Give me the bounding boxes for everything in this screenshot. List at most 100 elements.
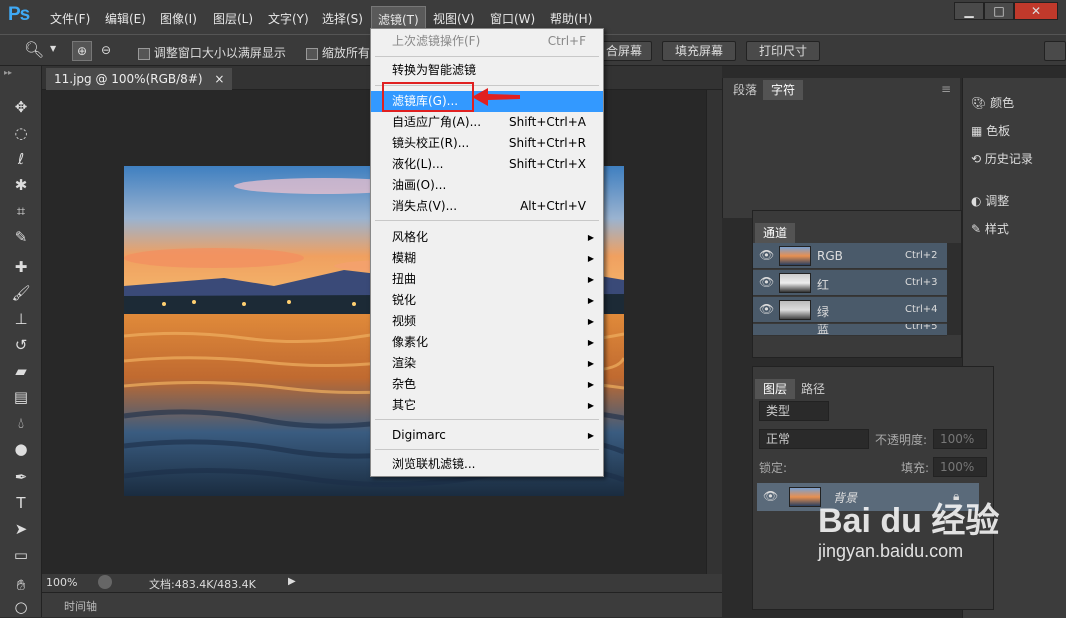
dodge-tool-icon[interactable]: ● [10, 438, 32, 460]
menu-window[interactable]: 窗口(W) [490, 10, 535, 27]
zoom-out-icon[interactable]: ⊖ [96, 41, 116, 61]
photoshop-logo: Ps [8, 4, 30, 25]
panel-menu-icon[interactable]: ≡ [941, 82, 951, 96]
menu-item-stylize[interactable]: 风格化 ▶ [371, 227, 603, 248]
document-info: 文档:483.4K/483.4K [149, 578, 256, 591]
menu-item-lens-correction[interactable]: 镜头校正(R)... Shift+Ctrl+R [371, 133, 603, 154]
tab-channels[interactable]: 通道 [755, 223, 796, 243]
timeline-label[interactable]: 时间轴 [64, 598, 97, 614]
channel-row[interactable]: 蓝 Ctrl+5 [753, 324, 947, 336]
path-selection-tool-icon[interactable]: ➤ [10, 518, 32, 540]
menu-item-digimarc[interactable]: Digimarc ▶ [371, 425, 603, 446]
menu-select[interactable]: 选择(S) [322, 10, 363, 27]
menu-edit[interactable]: 编辑(E) [105, 10, 146, 27]
hand-tool-icon[interactable]: ✋︎ [10, 574, 32, 596]
menu-item-liquify[interactable]: 液化(L)... Shift+Ctrl+X [371, 154, 603, 175]
eye-icon[interactable]: 👁︎ [759, 275, 774, 289]
menu-file[interactable]: 文件(F) [50, 10, 90, 27]
menu-item-label: 消失点(V)... [392, 199, 458, 213]
menu-item-blur[interactable]: 模糊 ▶ [371, 248, 603, 269]
opacity-input[interactable]: 100% [933, 429, 987, 449]
menu-item-pixelate[interactable]: 像素化 ▶ [371, 332, 603, 353]
magic-wand-tool-icon[interactable]: ✱ [10, 174, 32, 196]
menu-item-vanishing-point[interactable]: 消失点(V)... Alt+Ctrl+V [371, 196, 603, 217]
menu-item-oil-paint[interactable]: 油画(O)... [371, 175, 603, 196]
fit-screen-button[interactable]: 合屏幕 [596, 41, 652, 61]
print-size-button[interactable]: 打印尺寸 [746, 41, 820, 61]
lasso-tool-icon[interactable]: ℓ [10, 148, 32, 170]
eye-icon[interactable]: 👁︎ [763, 489, 778, 503]
collapse-icon[interactable]: ▸▸ [4, 68, 12, 77]
pen-tool-icon[interactable]: ✒ [10, 466, 32, 488]
menu-item-sharpen[interactable]: 锐化 ▶ [371, 290, 603, 311]
tab-paragraph[interactable]: 段落 [725, 80, 765, 100]
menu-item-render[interactable]: 渲染 ▶ [371, 353, 603, 374]
eraser-tool-icon[interactable]: ▰ [10, 360, 32, 382]
healing-brush-tool-icon[interactable]: ✚ [10, 256, 32, 278]
move-tool-icon[interactable]: ✥ [10, 96, 32, 118]
checkbox-icon[interactable] [138, 47, 150, 60]
menu-item-other[interactable]: 其它 ▶ [371, 395, 603, 416]
type-tool-icon[interactable]: T [10, 492, 32, 514]
menu-item-adaptive-wide-angle[interactable]: 自适应广角(A)... Shift+Ctrl+A [371, 112, 603, 133]
menu-item-last-filter[interactable]: 上次滤镜操作(F) Ctrl+F [371, 31, 603, 52]
channel-row[interactable]: 👁︎ 绿 Ctrl+4 [753, 297, 947, 323]
dock-item-history[interactable]: ⟲ 历史记录 [971, 148, 1033, 170]
menu-item-browse-online-filters[interactable]: 浏览联机滤镜... [371, 454, 603, 475]
menu-view[interactable]: 视图(V) [433, 10, 475, 27]
menu-item-video[interactable]: 视频 ▶ [371, 311, 603, 332]
eye-icon[interactable]: 👁︎ [759, 248, 774, 262]
brush-tool-icon[interactable]: 🖌︎ [10, 282, 32, 304]
status-menu-arrow-icon[interactable]: ▶ [288, 576, 296, 587]
tab-layers[interactable]: 图层 [755, 379, 796, 399]
zoom-tool-icon[interactable]: 🔍︎ [24, 40, 44, 59]
dock-item-color[interactable]: 🎨︎ 颜色 [971, 92, 1014, 114]
checkbox-icon[interactable] [306, 47, 318, 60]
resize-windows-checkbox[interactable]: 调整窗口大小以满屏显示 [138, 44, 286, 61]
blur-tool-icon[interactable]: 💧︎ [10, 412, 32, 434]
vertical-scrollbar[interactable] [706, 90, 722, 574]
blend-mode-select[interactable]: 正常 [759, 429, 869, 449]
tab-character[interactable]: 字符 [763, 80, 804, 100]
history-brush-tool-icon[interactable]: ↺ [10, 334, 32, 356]
zoom-all-checkbox[interactable]: 缩放所有 [306, 44, 370, 61]
zoom-in-icon[interactable]: ⊕ [72, 41, 92, 61]
fill-input[interactable]: 100% [933, 457, 987, 477]
close-tab-icon[interactable]: × [214, 72, 224, 86]
channel-row[interactable]: 👁︎ RGB Ctrl+2 [753, 243, 947, 269]
dock-item-styles[interactable]: ✎ 样式 [971, 218, 1009, 240]
tab-paths[interactable]: 路径 [793, 379, 833, 399]
dock-item-adjustments[interactable]: ◐ 调整 [971, 190, 1009, 212]
close-button[interactable]: ✕ [1014, 2, 1058, 20]
channel-row[interactable]: 👁︎ 红 Ctrl+3 [753, 270, 947, 296]
chevron-down-icon[interactable]: ▼ [50, 44, 56, 53]
menu-item-label: Digimarc [392, 428, 446, 442]
layer-filter-kind[interactable]: 类型 [759, 401, 829, 421]
rectangle-tool-icon[interactable]: ▭ [10, 544, 32, 566]
marquee-tool-icon[interactable]: ◌ [10, 122, 32, 144]
zoom-level[interactable]: 100% [46, 576, 77, 589]
menu-layer[interactable]: 图层(L) [213, 10, 253, 27]
crop-tool-icon[interactable]: ⌗ [10, 200, 32, 222]
gradient-tool-icon[interactable]: ▤ [10, 386, 32, 408]
menu-image[interactable]: 图像(I) [160, 10, 197, 27]
share-icon[interactable] [98, 575, 112, 589]
menu-item-distort[interactable]: 扭曲 ▶ [371, 269, 603, 290]
menu-item-label: 液化(L)... [392, 157, 444, 171]
menu-item-smart-filter[interactable]: 转换为智能滤镜 [371, 60, 603, 81]
eyedropper-tool-icon[interactable]: ✎ [10, 226, 32, 248]
minimize-button[interactable]: ▁ [954, 2, 984, 20]
document-tab[interactable]: 11.jpg @ 100%(RGB/8#) × [46, 68, 233, 90]
dock-item-swatches[interactable]: ▦ 色板 [971, 120, 1010, 142]
menu-item-noise[interactable]: 杂色 ▶ [371, 374, 603, 395]
fill-screen-button[interactable]: 填充屏幕 [662, 41, 736, 61]
menu-item-label: 油画(O)... [392, 178, 447, 192]
menu-type[interactable]: 文字(Y) [268, 10, 309, 27]
eye-icon[interactable]: 👁︎ [759, 302, 774, 316]
menu-help[interactable]: 帮助(H) [550, 10, 592, 27]
channels-scrollbar[interactable] [947, 243, 961, 335]
workspace-button[interactable] [1044, 41, 1066, 61]
clone-stamp-tool-icon[interactable]: ⊥ [10, 308, 32, 330]
maximize-button[interactable]: □ [984, 2, 1014, 20]
zoom-tool-small-icon[interactable]: ○ [10, 596, 32, 618]
